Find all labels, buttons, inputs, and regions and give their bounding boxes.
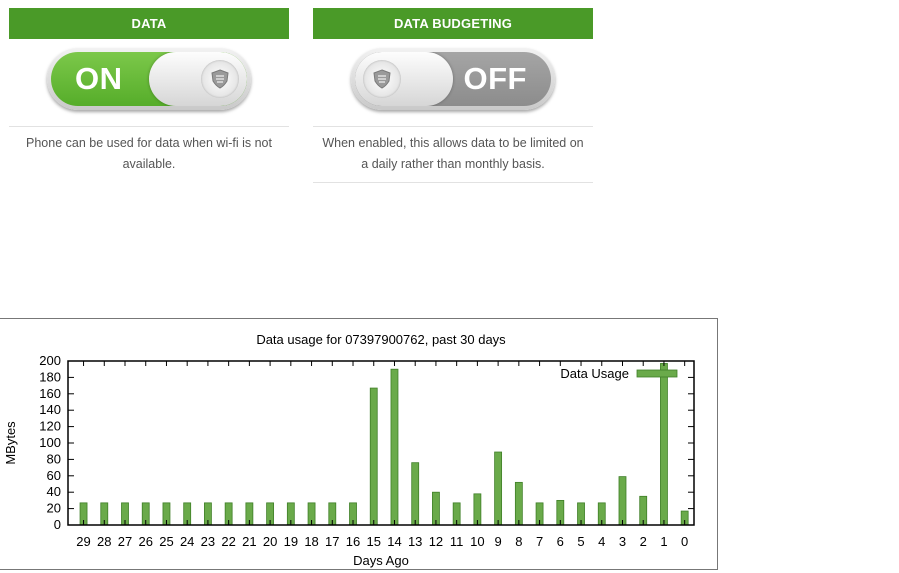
x-tick-label: 0: [681, 534, 688, 549]
data-toggle-switch[interactable]: ON: [47, 48, 251, 110]
x-tick-label: 24: [180, 534, 194, 549]
x-tick-label: 13: [408, 534, 422, 549]
x-tick-label: 12: [429, 534, 443, 549]
x-tick-label: 29: [76, 534, 90, 549]
x-tick-label: 5: [577, 534, 584, 549]
bar-14: [390, 368, 399, 526]
x-tick-label: 9: [494, 534, 501, 549]
legend-label: Data Usage: [560, 366, 629, 381]
data-budgeting-panel-header: DATA BUDGETING: [313, 8, 593, 39]
bar-13: [411, 462, 420, 526]
x-tick-label: 4: [598, 534, 605, 549]
x-tick-label: 18: [304, 534, 318, 549]
x-tick-label: 23: [201, 534, 215, 549]
x-tick-label: 3: [619, 534, 626, 549]
y-tick-label: 200: [39, 353, 61, 368]
y-tick-label: 140: [39, 402, 61, 417]
x-tick-label: 6: [557, 534, 564, 549]
y-tick-label: 100: [39, 435, 61, 450]
shield-badge-icon: [363, 60, 401, 98]
x-tick-label: 15: [367, 534, 381, 549]
data-toggle-label: ON: [75, 61, 123, 96]
data-usage-chart: Data usage for 07397900762, past 30 days…: [0, 318, 718, 570]
plot-frame: [67, 360, 695, 526]
x-tick-label: 10: [470, 534, 484, 549]
y-axis-label: MBytes: [3, 421, 18, 465]
x-axis-label: Days Ago: [353, 553, 409, 568]
y-tick-label: 20: [47, 501, 61, 516]
data-toggle-knob[interactable]: [149, 52, 247, 106]
x-tick-label: 22: [221, 534, 235, 549]
x-tick-label: 19: [284, 534, 298, 549]
y-tick-label: 180: [39, 369, 61, 384]
x-tick-label: 17: [325, 534, 339, 549]
data-budgeting-toggle-wrap: OFF: [313, 39, 593, 127]
y-tick-label: 80: [47, 451, 61, 466]
bar-9: [494, 451, 503, 526]
data-budgeting-toggle-track[interactable]: OFF: [355, 52, 551, 106]
bar-1: [660, 363, 668, 526]
data-budgeting-toggle-knob[interactable]: [355, 52, 453, 106]
bar-15: [369, 387, 378, 526]
chart-title: Data usage for 07397900762, past 30 days: [256, 332, 506, 347]
x-tick-label: 26: [138, 534, 152, 549]
data-budgeting-toggle-switch[interactable]: OFF: [351, 48, 555, 110]
y-tick-label: 0: [54, 517, 61, 532]
x-tick-label: 7: [536, 534, 543, 549]
data-toggle-track[interactable]: ON: [51, 52, 247, 106]
data-budgeting-toggle-label: OFF: [463, 61, 527, 96]
x-tick-label: 20: [263, 534, 277, 549]
data-usage-chart-svg: Data usage for 07397900762, past 30 days…: [3, 332, 695, 568]
shield-badge-icon: [201, 60, 239, 98]
x-tick-label: 21: [242, 534, 256, 549]
x-tick-label: 28: [97, 534, 111, 549]
data-budgeting-panel-description: When enabled, this allows data to be lim…: [313, 127, 593, 183]
data-panel-description: Phone can be used for data when wi-fi is…: [26, 136, 272, 171]
x-tick-label: 11: [450, 534, 464, 549]
x-tick-label: 8: [515, 534, 522, 549]
x-tick-label: 25: [159, 534, 173, 549]
y-tick-label: 40: [47, 484, 61, 499]
data-panel: DATA ON Phone can be used for data when …: [9, 8, 289, 182]
data-panel-header: DATA: [9, 8, 289, 39]
data-budgeting-panel: DATA BUDGETING OFF When enabled, this al…: [313, 8, 593, 183]
y-tick-label: 60: [47, 468, 61, 483]
data-toggle-wrap: ON: [9, 39, 289, 127]
x-tick-label: 2: [640, 534, 647, 549]
x-tick-label: 16: [346, 534, 360, 549]
x-tick-label: 27: [118, 534, 132, 549]
bar-3: [618, 476, 627, 526]
x-tick-label: 14: [387, 534, 401, 549]
bar-8: [514, 481, 523, 526]
x-tick-label: 1: [660, 534, 667, 549]
y-tick-label: 160: [39, 386, 61, 401]
y-tick-label: 120: [39, 419, 61, 434]
legend-swatch: [636, 369, 678, 378]
